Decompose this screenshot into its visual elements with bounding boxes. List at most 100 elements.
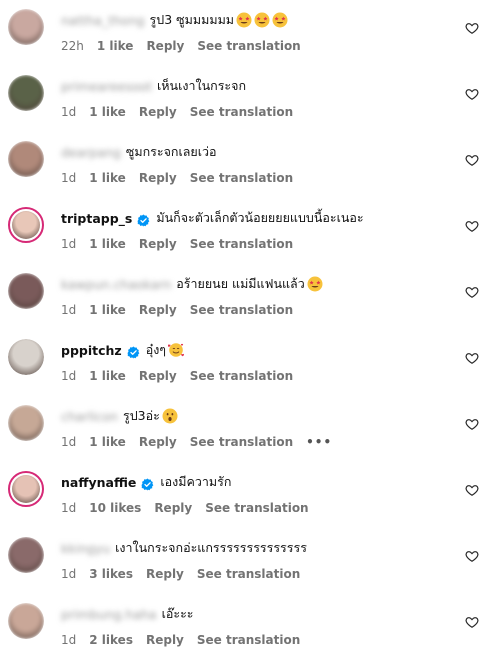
comment-text: อุ๋งๆ <box>146 340 185 360</box>
comment-meta: 1d 1 like Reply See translation <box>61 101 450 123</box>
comment-meta: 1d 1 like Reply See translation <box>61 299 450 321</box>
more-options-icon[interactable]: ••• <box>306 435 332 449</box>
comment-username[interactable]: charlicon <box>61 409 118 424</box>
avatar-image <box>8 75 44 111</box>
reply-button[interactable]: Reply <box>139 369 177 383</box>
comment-list: nattha_thong รูป3 ซูมมมมมม 22h 1 like Reply S… <box>0 0 490 661</box>
comment-likes[interactable]: 1 like <box>89 237 126 251</box>
reply-button[interactable]: Reply <box>139 171 177 185</box>
comment-likes[interactable]: 1 like <box>89 435 126 449</box>
comment-line: kkingyu เงาในกระจกอ่ะแกรรรรรรรรรรรรรร <box>61 537 450 559</box>
avatar[interactable] <box>8 273 44 309</box>
comment-line: pppitchz อุ๋งๆ <box>61 339 450 361</box>
see-translation-button[interactable]: See translation <box>197 39 300 53</box>
avatar[interactable] <box>8 75 44 111</box>
see-translation-button[interactable]: See translation <box>190 303 293 317</box>
star-struck-emoji-icon <box>236 12 252 28</box>
comment-text-content: เห็นเงาในกระจก <box>157 78 247 93</box>
comment-body: primeareesoot เห็นเงาในกระจก 1d 1 like Reply… <box>61 75 450 123</box>
comment-likes[interactable]: 3 likes <box>89 567 133 581</box>
see-translation-button[interactable]: See translation <box>190 237 293 251</box>
comment-likes[interactable]: 1 like <box>89 303 126 317</box>
reply-button[interactable]: Reply <box>146 633 184 647</box>
comment-line: kawpun.chaokarn อร้ายยนย แม่มีแฟนแล้ว <box>61 273 450 295</box>
comment-body: dearpang ซูมกระจกเลยเว่อ 1d 1 like Reply See … <box>61 141 450 189</box>
reply-button[interactable]: Reply <box>139 105 177 119</box>
reply-button[interactable]: Reply <box>139 237 177 251</box>
comment-username[interactable]: naffynaffie <box>61 475 136 490</box>
comment-likes[interactable]: 2 likes <box>89 633 133 647</box>
comment-username[interactable]: dearpang <box>61 145 121 160</box>
comment-username[interactable]: nattha_thong <box>61 13 145 28</box>
comment-time: 1d <box>61 501 77 515</box>
comment-meta: 1d 3 likes Reply See translation <box>61 563 450 585</box>
comment-time: 1d <box>61 303 77 317</box>
see-translation-button[interactable]: See translation <box>190 369 293 383</box>
comment-time: 1d <box>61 567 77 581</box>
avatar[interactable] <box>8 405 44 441</box>
avatar[interactable] <box>8 537 44 573</box>
see-translation-button[interactable]: See translation <box>190 171 293 185</box>
comment-likes[interactable]: 1 like <box>89 369 126 383</box>
comment-username[interactable]: kkingyu <box>61 541 110 556</box>
avatar-image <box>8 339 44 375</box>
comment-meta: 1d 1 like Reply See translation <box>61 365 450 387</box>
comment-meta: 1d 1 like Reply See translation <box>61 233 450 255</box>
see-translation-button[interactable]: See translation <box>205 501 308 515</box>
comment-username[interactable]: triptapp_s <box>61 211 132 226</box>
comment-text: เองมีความรัก <box>160 472 231 492</box>
see-translation-button[interactable]: See translation <box>197 567 300 581</box>
smiling-hearts-emoji-icon <box>167 342 185 358</box>
heart-outline-icon[interactable] <box>465 218 479 232</box>
comment-username[interactable]: pppitchz <box>61 343 122 358</box>
comment-text-content: เองมีความรัก <box>160 474 232 489</box>
comment-likes[interactable]: 10 likes <box>89 501 141 515</box>
reply-button[interactable]: Reply <box>139 435 177 449</box>
see-translation-button[interactable]: See translation <box>197 633 300 647</box>
reply-button[interactable]: Reply <box>146 39 184 53</box>
heart-outline-icon[interactable] <box>465 350 479 364</box>
comment-text-content: มันก็จะตัวเล็กตัวน้อยยยยแบบนี้อะเนอะ <box>156 210 364 225</box>
comment-username[interactable]: primeareesoot <box>61 79 152 94</box>
avatar-image <box>8 141 44 177</box>
comment-time: 1d <box>61 435 77 449</box>
comment-text: รูป3 ซูมมมมมม <box>150 10 289 30</box>
comment-row: dearpang ซูมกระจกเลยเว่อ 1d 1 like Reply See … <box>0 132 490 198</box>
heart-outline-icon[interactable] <box>465 548 479 562</box>
avatar[interactable] <box>8 603 44 639</box>
avatar[interactable] <box>8 9 44 45</box>
avatar[interactable] <box>8 207 44 243</box>
avatar[interactable] <box>8 141 44 177</box>
comment-row: primeareesoot เห็นเงาในกระจก 1d 1 like Reply… <box>0 66 490 132</box>
comment-text: เอ๊ะะะ <box>162 604 194 624</box>
comment-line: primbung.haha เอ๊ะะะ <box>61 603 450 625</box>
comment-username[interactable]: primbung.haha <box>61 607 157 622</box>
comment-likes[interactable]: 1 like <box>97 39 134 53</box>
comment-text-content: ซูมกระจกเลยเว่อ <box>125 144 217 159</box>
reply-button[interactable]: Reply <box>139 303 177 317</box>
see-translation-button[interactable]: See translation <box>190 105 293 119</box>
heart-outline-icon[interactable] <box>465 86 479 100</box>
heart-outline-icon[interactable] <box>465 482 479 496</box>
heart-outline-icon[interactable] <box>465 614 479 628</box>
comment-time: 1d <box>61 105 77 119</box>
heart-outline-icon[interactable] <box>465 416 479 430</box>
comment-body: charlicon รูป3อ่ะ 1d 1 like Reply See transla… <box>61 405 450 453</box>
avatar[interactable] <box>8 471 44 507</box>
comment-likes[interactable]: 1 like <box>89 171 126 185</box>
avatar[interactable] <box>8 339 44 375</box>
comment-username[interactable]: kawpun.chaokarn <box>61 277 171 292</box>
comment-likes[interactable]: 1 like <box>89 105 126 119</box>
comment-text: เงาในกระจกอ่ะแกรรรรรรรรรรรรรร <box>115 538 307 558</box>
avatar-image <box>8 537 44 573</box>
comment-line: naffynaffie เองมีความรัก <box>61 471 450 493</box>
reply-button[interactable]: Reply <box>146 567 184 581</box>
heart-outline-icon[interactable] <box>465 20 479 34</box>
comment-text-content: อร้ายยนย แม่มีแฟนแล้ว <box>176 276 305 291</box>
comment-time: 1d <box>61 633 77 647</box>
heart-outline-icon[interactable] <box>465 284 479 298</box>
reply-button[interactable]: Reply <box>154 501 192 515</box>
see-translation-button[interactable]: See translation <box>190 435 293 449</box>
avatar-image <box>12 475 40 503</box>
heart-outline-icon[interactable] <box>465 152 479 166</box>
